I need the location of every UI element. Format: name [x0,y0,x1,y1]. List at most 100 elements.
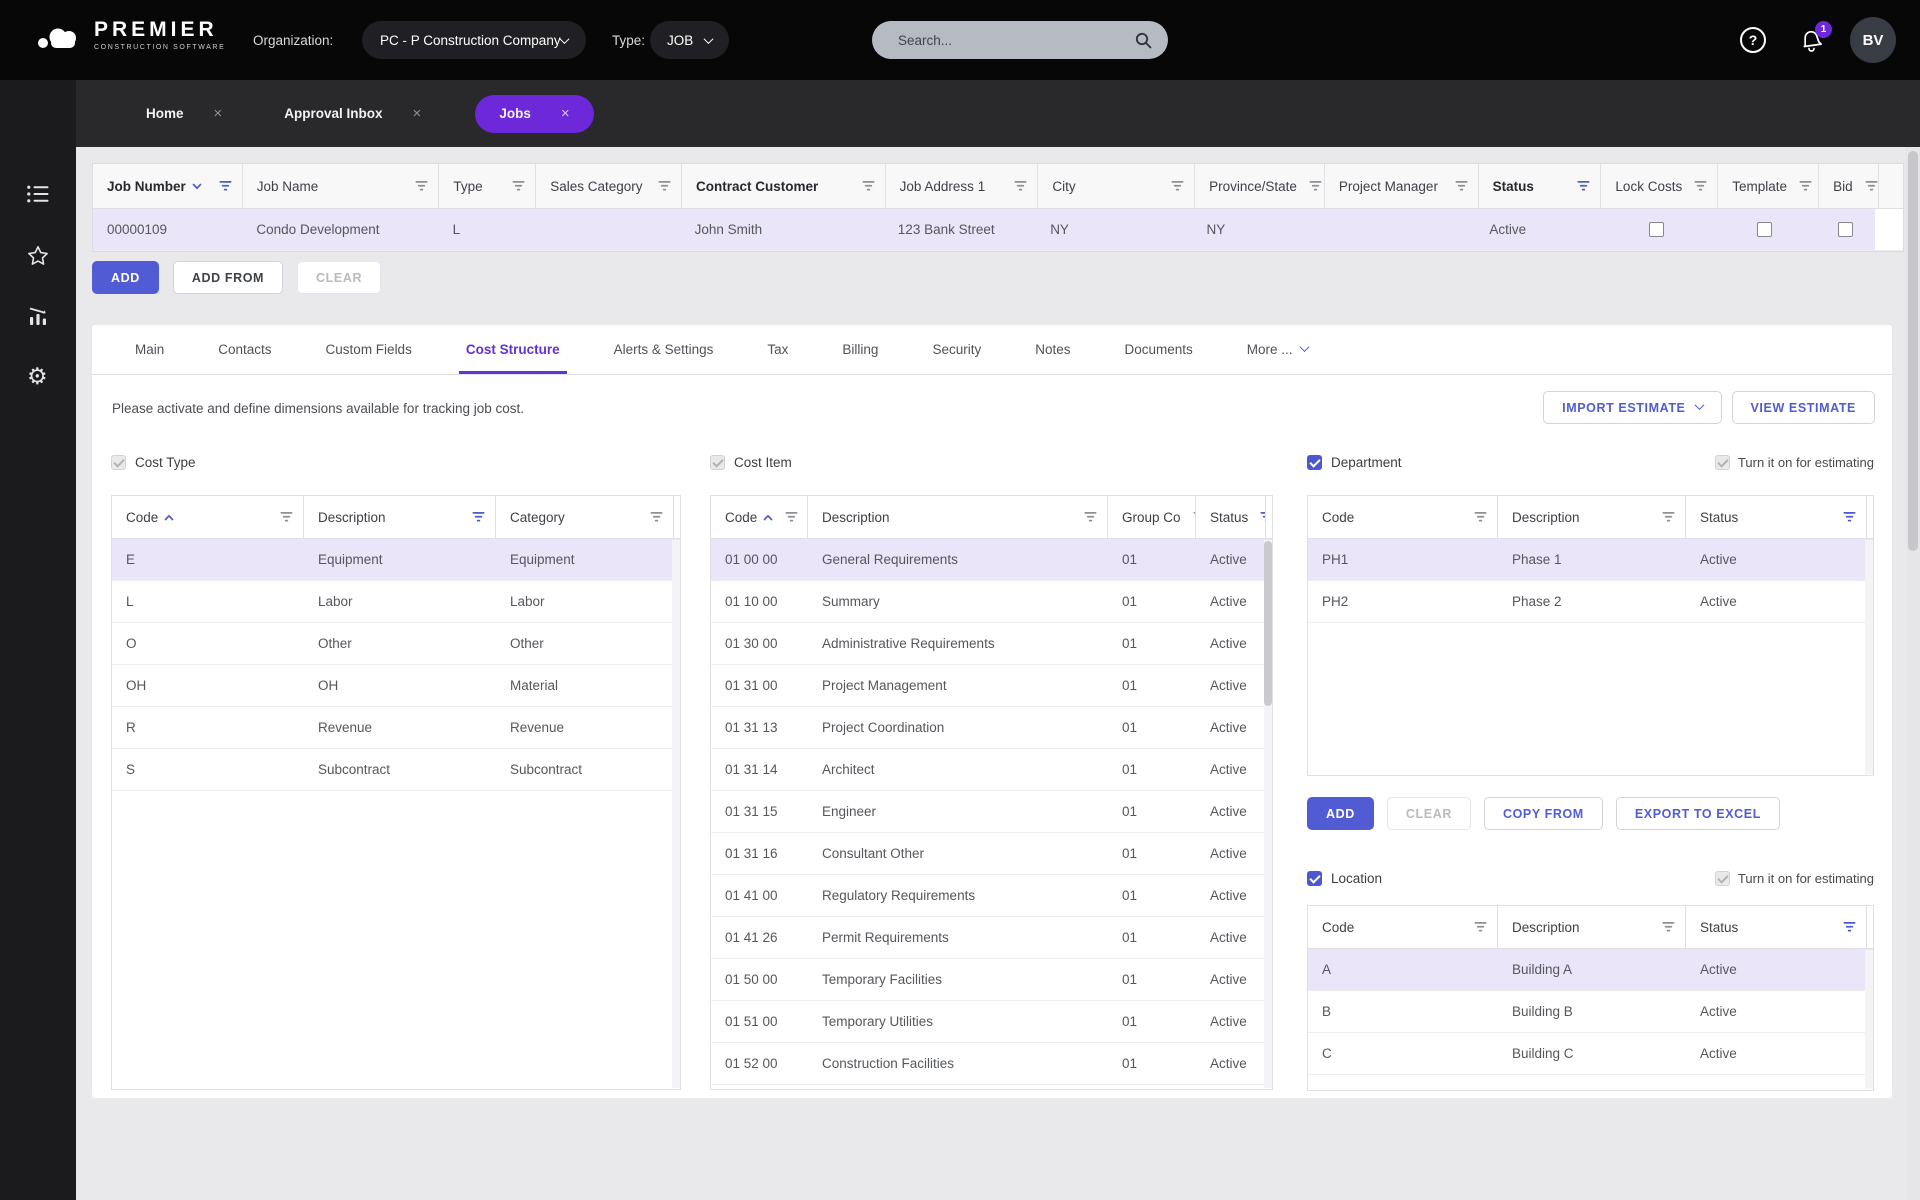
tab-alerts-settings[interactable]: Alerts & Settings [587,325,741,374]
column-header-description[interactable]: Description [304,496,496,538]
app-logo[interactable]: PREMIER CONSTRUCTION SOFTWARE [38,18,225,51]
table-row[interactable]: 01 51 00 Temporary Utilities 01 Active [711,1001,1272,1043]
lock-costs-checkbox[interactable] [1648,222,1664,237]
search-input[interactable] [872,32,1135,48]
column-header-status[interactable]: Status [1196,496,1266,538]
column-header-status[interactable]: Status [1686,906,1867,948]
table-row[interactable]: O Other Other [112,623,680,665]
sidebar-item-reports[interactable] [27,306,49,331]
add-button[interactable]: ADD [92,261,159,294]
cost-item-checkbox[interactable] [710,455,725,470]
sidebar-item-favorites[interactable] [27,245,49,271]
filter-icon[interactable] [280,511,293,523]
table-scrollbar-thumb[interactable] [1264,541,1272,706]
column-header-lock-costs[interactable]: Lock Costs [1601,164,1719,208]
table-row[interactable]: A Building A Active [1308,949,1873,991]
table-row[interactable]: 01 00 00 General Requirements 01 Active [711,539,1272,581]
filter-icon[interactable] [472,511,485,523]
filter-icon[interactable] [1865,180,1878,192]
tab-more[interactable]: More ... [1220,325,1335,374]
table-row[interactable]: 01 41 26 Permit Requirements 01 Active [711,917,1272,959]
filter-icon[interactable] [415,180,428,192]
column-header-job-number[interactable]: Job Number [93,164,243,208]
filter-icon[interactable] [1014,180,1027,192]
filter-icon[interactable] [1662,511,1675,523]
tab-documents[interactable]: Documents [1098,325,1220,374]
table-row[interactable]: R Revenue Revenue [112,707,680,749]
search-icon[interactable] [1135,32,1152,49]
column-header-province-state[interactable]: Province/State [1195,164,1325,208]
filter-icon[interactable] [785,511,798,523]
filter-icon[interactable] [658,180,671,192]
column-header-status[interactable]: Status [1686,496,1867,538]
table-row[interactable]: 01 30 00 Administrative Requirements 01 Act… [711,623,1272,665]
table-row[interactable]: E Equipment Equipment [112,539,680,581]
filter-icon[interactable] [1309,180,1322,192]
copy-from-button[interactable]: COPY FROM [1483,797,1603,830]
bid-checkbox[interactable] [1837,222,1853,237]
tab-tax[interactable]: Tax [740,325,815,374]
column-header-code[interactable]: Code [711,496,808,538]
page-scrollbar[interactable] [1906,147,1920,1200]
column-header-status[interactable]: Status [1479,164,1602,208]
table-scrollbar[interactable] [1865,950,1873,1089]
table-row[interactable]: PH2 Phase 2 Active [1308,581,1873,623]
organization-select[interactable]: PC - P Construction Company [362,21,586,59]
tab-security[interactable]: Security [905,325,1008,374]
table-row[interactable]: OH OH Material [112,665,680,707]
close-icon[interactable]: × [413,106,422,121]
table-row[interactable]: 01 31 16 Consultant Other 01 Active [711,833,1272,875]
column-header-code[interactable]: Code [1308,496,1498,538]
add-button[interactable]: ADD [1307,797,1374,830]
column-header-code[interactable]: Code [1308,906,1498,948]
tab-notes[interactable]: Notes [1008,325,1097,374]
filter-icon[interactable] [512,180,525,192]
sidebar-item-settings[interactable]: ⚙ [27,365,48,388]
column-header-job-address-1[interactable]: Job Address 1 [886,164,1039,208]
clear-button[interactable]: CLEAR [297,261,382,294]
table-row[interactable]: PH1 Phase 1 Active [1308,539,1873,581]
column-header-template[interactable]: Template [1718,164,1820,208]
department-checkbox[interactable] [1307,455,1322,470]
grid-scrollbar-strip[interactable] [1879,164,1903,208]
notifications-button[interactable]: 1 [1799,21,1832,55]
avatar[interactable]: BV [1850,17,1896,63]
table-row[interactable]: 01 31 14 Architect 01 Active [711,749,1272,791]
filter-icon[interactable] [1662,921,1675,933]
filter-icon[interactable] [1799,180,1812,192]
tab-contacts[interactable]: Contacts [191,325,298,374]
column-header-sales-category[interactable]: Sales Category [536,164,682,208]
filter-icon[interactable] [1843,511,1856,523]
view-estimate-button[interactable]: VIEW ESTIMATE [1731,391,1875,424]
table-row[interactable]: B Building B Active [1308,991,1873,1033]
help-icon[interactable]: ? [1740,27,1766,53]
table-row[interactable]: S Subcontract Subcontract [112,749,680,791]
window-tab-jobs[interactable]: Jobs × [475,94,594,133]
filter-icon[interactable] [1843,921,1856,933]
table-row[interactable]: 01 31 15 Engineer 01 Active [711,791,1272,833]
type-select[interactable]: JOB [650,21,730,59]
table-scrollbar[interactable] [1865,540,1873,774]
clear-button[interactable]: CLEAR [1386,797,1471,830]
add-from-button[interactable]: ADD FROM [172,261,284,294]
location-estimating-checkbox[interactable] [1714,871,1730,886]
location-checkbox[interactable] [1307,871,1322,886]
cost-type-checkbox[interactable] [111,455,126,470]
column-header-code[interactable]: Code [112,496,304,538]
column-header-category[interactable]: Category [496,496,674,538]
tab-main[interactable]: Main [108,325,191,374]
filter-icon[interactable] [650,511,663,523]
column-header-description[interactable]: Description [1498,496,1686,538]
tab-cost-structure[interactable]: Cost Structure [439,325,587,374]
table-row[interactable]: 01 31 00 Project Management 01 Active [711,665,1272,707]
column-header-bid[interactable]: Bid [1819,164,1879,208]
column-header-job-name[interactable]: Job Name [243,164,440,208]
table-row[interactable]: 01 52 00 Construction Facilities 01 Active [711,1043,1272,1085]
table-row[interactable]: 01 41 00 Regulatory Requirements 01 Active [711,875,1272,917]
filter-icon[interactable] [1474,511,1487,523]
table-row[interactable]: 01 10 00 Summary 01 Active [711,581,1272,623]
table-row[interactable]: C Building C Active [1308,1033,1873,1075]
tab-custom-fields[interactable]: Custom Fields [299,325,439,374]
tab-billing[interactable]: Billing [815,325,905,374]
table-row[interactable]: 00000109 Condo Development L John Smith 123 … [93,209,1903,251]
